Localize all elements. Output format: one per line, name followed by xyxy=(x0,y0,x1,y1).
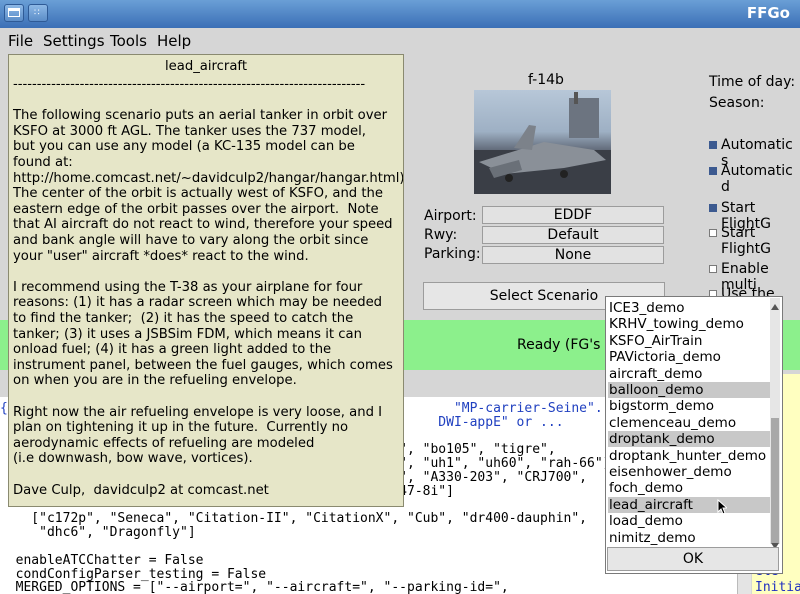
title-bar xyxy=(0,0,800,28)
config-line: "dhc6", "Dragonfly"] xyxy=(0,525,196,541)
tooltip-line: eastern edge of the orbit passes over th… xyxy=(13,201,379,217)
scenario-item-eisenhower_demo[interactable]: eisenhower_demo xyxy=(608,464,773,480)
scenario-item-KRHV_towing_demo[interactable]: KRHV_towing_demo xyxy=(608,316,773,332)
tooltip-line: KSFO at 3000 ft AGL. The tanker uses the… xyxy=(13,123,366,139)
start-fg-checkbox-1[interactable] xyxy=(709,204,717,212)
scenario-item-load_demo[interactable]: load_demo xyxy=(608,513,773,529)
tooltip-line: tanker; (3) it uses a JSBSim FDM, which … xyxy=(13,326,362,342)
enable-multi-checkbox[interactable] xyxy=(709,265,717,273)
config-line: condConfigParser_testing = False xyxy=(0,566,267,582)
start-fg-label-2: Start FlightG xyxy=(721,225,771,257)
scenario-list-popup[interactable]: ICE3_demo KRHV_towing_demo KSFO_AirTrain PA… xyxy=(605,296,783,574)
dots-icon: ∷ xyxy=(34,8,40,18)
scenario-item-KSFO_AirTrain[interactable]: KSFO_AirTrain xyxy=(608,333,773,349)
log-line: Initia xyxy=(755,579,800,594)
scenario-item-balloon_demo[interactable]: balloon_demo xyxy=(608,382,773,398)
tooltip-line: http://home.comcast.net/~davidculp2/hang… xyxy=(13,170,404,186)
scenario-item-PAVictoria_demo[interactable]: PAVictoria_demo xyxy=(608,349,773,365)
start-fg-checkbox-2[interactable] xyxy=(709,229,717,237)
tooltip-line: ----------------------------------------… xyxy=(13,77,366,92)
tooltip-line: Dave Culp, davidculp2 at comcast.net xyxy=(13,482,269,498)
tooltip-line: The center of the orbit is actually west… xyxy=(13,186,384,202)
config-line: enableATCChatter = False xyxy=(0,552,204,568)
scenario-item-aircraft_demo[interactable]: aircraft_demo xyxy=(608,366,773,382)
scenario-list-scrollbar-thumb[interactable] xyxy=(771,418,779,543)
auto-d-label: Automatic d xyxy=(721,163,793,195)
rwy-label: Rwy: xyxy=(424,227,458,243)
airport-label: Airport: xyxy=(424,208,477,224)
window-icon xyxy=(8,8,20,17)
mouse-pointer-icon xyxy=(717,498,729,515)
menu-tools[interactable]: Tools xyxy=(110,32,147,50)
scenario-item-nimitz_demo[interactable]: nimitz_demo xyxy=(608,530,773,546)
season-label: Season: xyxy=(709,95,765,111)
tooltip-line: I recommend using the T-38 as your airpl… xyxy=(13,279,363,295)
tooltip-line: Right now the air refueling envelope is … xyxy=(13,404,383,420)
tooltip-line: to find the tanker; (2) it has the speed… xyxy=(13,311,354,326)
tooltip-line: your "user" aircraft *does* react to the… xyxy=(13,248,309,264)
scenario-item-bigstorm_demo[interactable]: bigstorm_demo xyxy=(608,398,773,414)
auto-s-checkbox[interactable] xyxy=(709,141,717,149)
scenario-item-foch_demo[interactable]: foch_demo xyxy=(608,480,773,496)
ok-button[interactable]: OK xyxy=(607,547,779,571)
status-text: Ready (FG's la xyxy=(517,337,618,353)
time-of-day-label: Time of day: xyxy=(709,74,796,90)
tooltip-line: instrument panel, between the fuel gauge… xyxy=(13,357,393,373)
scenario-item-droptank_demo[interactable]: droptank_demo xyxy=(608,431,773,448)
sticky-button[interactable]: ∷ xyxy=(28,4,48,22)
window-menu-button[interactable] xyxy=(4,4,24,22)
config-line: ["c172p", "Seneca", "Citation-II", "Cita… xyxy=(0,511,587,527)
airport-field[interactable]: EDDF xyxy=(482,206,664,224)
tooltip-line: (i.e downwash, bow wave, vortices). xyxy=(13,451,253,467)
rwy-field[interactable]: Default xyxy=(482,226,664,244)
aircraft-thumbnail[interactable] xyxy=(474,90,611,194)
scroll-up-icon[interactable] xyxy=(771,298,779,314)
tooltip-line: plan on tightening it up in the future. … xyxy=(13,420,349,436)
parking-field[interactable]: None xyxy=(482,246,664,264)
tooltip-title: lead_aircraft xyxy=(164,59,248,74)
window-title: FFGo xyxy=(746,4,790,22)
auto-d-checkbox[interactable] xyxy=(709,167,717,175)
tooltip-line: and bank angle will have to vary along t… xyxy=(13,233,369,248)
tooltip-line: but you can use any model (a KC-135 mode… xyxy=(13,139,355,155)
scenario-description-tooltip: lead_aircraft --------------------------… xyxy=(8,54,404,507)
parking-label: Parking: xyxy=(424,246,481,262)
tooltip-line: found at: xyxy=(13,155,73,170)
tooltip-line: The following scenario puts an aerial ta… xyxy=(13,108,388,124)
menu-help[interactable]: Help xyxy=(157,32,191,50)
aircraft-name: f-14b xyxy=(528,72,564,88)
tooltip-line: aerodynamic effects of refueling are mod… xyxy=(13,435,315,451)
config-line: MERGED_OPTIONS = ["--airport=", "--aircr… xyxy=(0,580,509,594)
menu-settings[interactable]: Settings xyxy=(43,32,105,50)
menu-file[interactable]: File xyxy=(8,32,33,50)
scenario-item-droptank_hunter_demo[interactable]: droptank_hunter_demo xyxy=(608,448,773,464)
tooltip-line: reasons: (1) it has a radar screen which… xyxy=(13,295,383,311)
scenario-item-clemenceau_demo[interactable]: clemenceau_demo xyxy=(608,415,773,431)
tooltip-line: that AI aircraft do not react to wind, t… xyxy=(13,217,393,233)
scenario-item-ICE3_demo[interactable]: ICE3_demo xyxy=(608,300,773,316)
tooltip-line: onload fuel; (4) it has a green light ad… xyxy=(13,342,332,358)
aircraft-picture xyxy=(474,92,611,194)
scenario-item-lead_aircraft[interactable]: lead_aircraft xyxy=(608,496,773,513)
tooltip-line: on when you are in the refueling envelop… xyxy=(13,373,297,389)
